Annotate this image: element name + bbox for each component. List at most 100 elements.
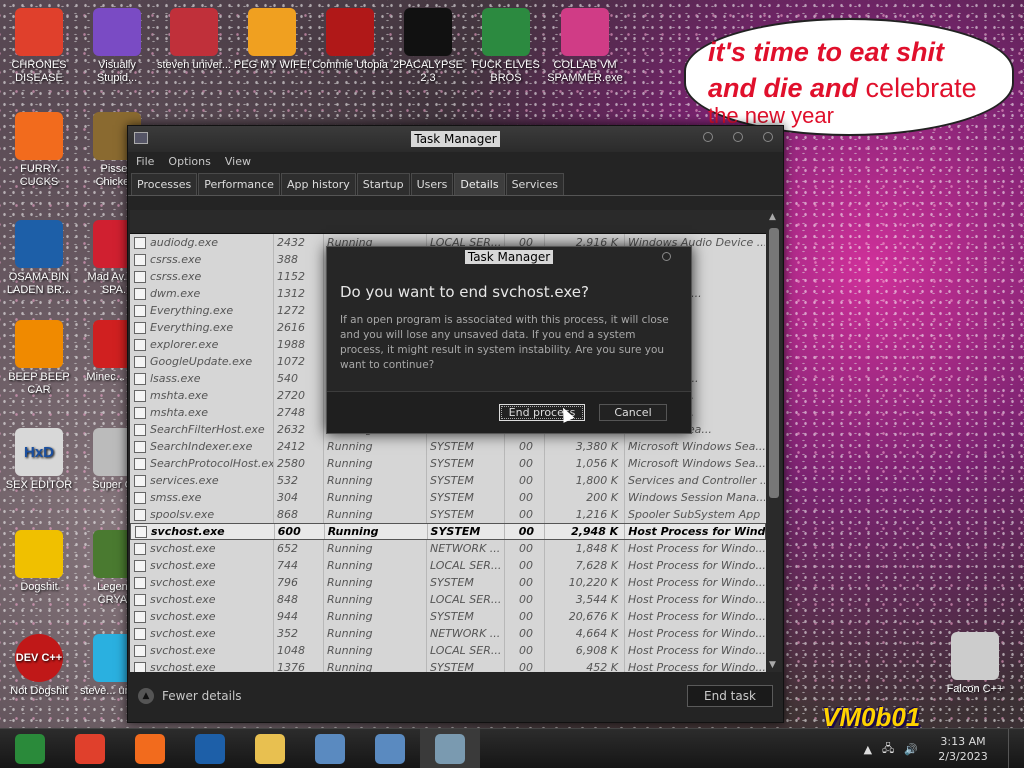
tab-services[interactable]: Services xyxy=(505,173,564,195)
dialog-title: Task Manager xyxy=(464,250,554,264)
scroll-thumb[interactable] xyxy=(769,228,779,498)
tab-details[interactable]: Details xyxy=(454,173,505,195)
cell-pid: 1152 xyxy=(274,268,324,285)
desktop-icon[interactable]: steven univer... xyxy=(155,8,233,72)
taskbar-button[interactable] xyxy=(420,728,480,768)
taskbar-button[interactable] xyxy=(360,729,420,768)
taskbar-button[interactable] xyxy=(240,729,300,768)
tray-overflow-icon[interactable]: ▲ xyxy=(864,743,872,756)
process-row[interactable]: services.exe 532 Running SYSTEM 00 1,800 K Ser… xyxy=(130,472,766,489)
process-icon xyxy=(134,627,146,640)
process-row[interactable]: svchost.exe 652 Running NETWORK ... 00 1,848 … xyxy=(130,540,766,557)
column-header[interactable] xyxy=(130,210,766,234)
cell-user: SYSTEM xyxy=(427,438,505,455)
desktop-icon-label: PEG MY WIFE! xyxy=(233,59,311,71)
cell-name: svchost.exe xyxy=(130,540,274,557)
process-icon xyxy=(134,610,146,623)
cell-cpu: 00 xyxy=(505,455,545,472)
cell-mem: 3,380 K xyxy=(545,438,625,455)
tab-users[interactable]: Users xyxy=(410,173,454,195)
menu-view[interactable]: View xyxy=(225,155,251,168)
taskbar-button[interactable] xyxy=(300,729,360,768)
minimize-button[interactable] xyxy=(703,132,713,142)
menu-file[interactable]: File xyxy=(136,155,154,168)
clock[interactable]: 3:13 AM 2/3/2023 xyxy=(928,734,998,764)
cell-mem: 6,908 K xyxy=(545,642,625,659)
dogshit-icon xyxy=(15,530,63,578)
desktop-icon[interactable]: Dogshit xyxy=(0,530,78,594)
task-manager-icon xyxy=(435,733,465,764)
cell-name: csrss.exe xyxy=(130,251,274,268)
tab-app-history[interactable]: App history xyxy=(280,173,356,195)
menu-options[interactable]: Options xyxy=(168,155,210,168)
vertical-scrollbar[interactable]: ▲ ▼ xyxy=(766,210,782,672)
tab-performance[interactable]: Performance xyxy=(198,173,280,195)
cell-status: Running xyxy=(324,438,427,455)
cell-cpu: 00 xyxy=(505,540,545,557)
dialog-title-bar[interactable]: Task Manager xyxy=(327,247,691,267)
process-row[interactable]: svchost.exe 796 Running SYSTEM 00 10,220 K Hos… xyxy=(130,574,766,591)
taskbar-button[interactable] xyxy=(180,729,240,768)
desktop-icon[interactable]: FURRY CUCKS xyxy=(0,112,78,189)
maximize-button[interactable] xyxy=(733,132,743,142)
cell-user: SYSTEM xyxy=(427,472,505,489)
cell-name: SearchIndexer.exe xyxy=(130,438,274,455)
process-row[interactable]: SearchProtocolHost.exe 2580 Running SYSTEM 0… xyxy=(130,455,766,472)
desktop-icon[interactable]: Falcon C++ xyxy=(936,632,1014,696)
process-name: SearchProtocolHost.exe xyxy=(150,457,274,470)
process-row[interactable]: svchost.exe 352 Running NETWORK ... 00 4,664 … xyxy=(130,625,766,642)
cell-name: spoolsv.exe xyxy=(130,506,274,523)
desktop-icon[interactable]: 2PACALYPSE 2.3 xyxy=(389,8,467,85)
cell-user: NETWORK ... xyxy=(427,540,505,557)
cell-user: LOCAL SER... xyxy=(427,591,505,608)
desktop-icon[interactable]: Commie Utopia xyxy=(311,8,389,72)
end-task-button[interactable]: End task xyxy=(687,685,773,707)
scroll-down-arrow-icon[interactable]: ▼ xyxy=(769,660,776,670)
process-row[interactable]: svchost.exe 944 Running SYSTEM 00 20,676 K Hos… xyxy=(130,608,766,625)
cell-name: svchost.exe xyxy=(130,625,274,642)
process-name: explorer.exe xyxy=(150,338,219,351)
close-button[interactable] xyxy=(763,132,773,142)
process-row[interactable]: svchost.exe 848 Running LOCAL SER... 00 3,544… xyxy=(130,591,766,608)
process-row[interactable]: svchost.exe 600 Running SYSTEM 00 2,948 K Host… xyxy=(130,523,766,540)
tab-startup[interactable]: Startup xyxy=(356,173,410,195)
desktop-icon[interactable]: DEV C++ Not Dogshit xyxy=(0,634,78,698)
show-desktop-button[interactable] xyxy=(1008,729,1014,768)
volume-icon[interactable]: 🔊 xyxy=(904,743,918,756)
desktop-icon[interactable]: CHRONES DISEASE xyxy=(0,8,78,85)
fewer-details-button[interactable]: ▲ Fewer details xyxy=(138,688,242,704)
desktop-icon-label: COLLAB VM SPAMMER.exe xyxy=(547,59,623,84)
cell-cpu: 00 xyxy=(505,472,545,489)
desktop-icon[interactable]: COLLAB VM SPAMMER.exe xyxy=(546,8,624,85)
process-row[interactable]: svchost.exe 1048 Running LOCAL SER... 00 6,90… xyxy=(130,642,766,659)
process-row[interactable]: SearchIndexer.exe 2412 Running SYSTEM 00 3,38… xyxy=(130,438,766,455)
cell-pid: 744 xyxy=(274,557,324,574)
cell-cpu: 00 xyxy=(505,438,545,455)
taskbar-button[interactable] xyxy=(0,729,60,768)
process-icon xyxy=(134,423,146,436)
dialog-close-button[interactable] xyxy=(662,252,671,261)
network-tray-icon[interactable]: 🖧 xyxy=(882,740,894,759)
taskbar-button[interactable] xyxy=(60,729,120,768)
desktop-icon[interactable]: PEG MY WIFE! xyxy=(233,8,311,72)
cell-pid: 388 xyxy=(274,251,324,268)
tab-processes[interactable]: Processes xyxy=(131,173,198,195)
desktop-icon[interactable]: BEEP BEEP CAR xyxy=(0,320,78,397)
obama-icon xyxy=(15,220,63,268)
desktop-icon[interactable]: HxD SEX EDITOR xyxy=(0,428,78,492)
process-name: csrss.exe xyxy=(150,270,202,283)
process-row[interactable]: svchost.exe 744 Running LOCAL SER... 00 7,628… xyxy=(130,557,766,574)
taskbar-button[interactable] xyxy=(120,729,180,768)
process-icon xyxy=(134,491,146,504)
process-name: svchost.exe xyxy=(150,559,216,572)
cancel-button[interactable]: Cancel xyxy=(599,404,667,421)
process-row[interactable]: spoolsv.exe 868 Running SYSTEM 00 1,216 K Spoo… xyxy=(130,506,766,523)
process-row[interactable]: smss.exe 304 Running SYSTEM 00 200 K Windows S… xyxy=(130,489,766,506)
scroll-up-arrow-icon[interactable]: ▲ xyxy=(769,212,776,222)
desktop-icon[interactable]: Visually Stupid... xyxy=(78,8,156,85)
desktop-icon[interactable]: OSAMA BIN LADEN BR... xyxy=(0,220,78,297)
title-bar[interactable]: Task Manager xyxy=(128,126,783,152)
desktop-icon[interactable]: FUCK ELVES BROS xyxy=(467,8,545,85)
network-icon xyxy=(315,733,345,764)
desktop-icon-label: BEEP BEEP CAR xyxy=(8,371,70,396)
